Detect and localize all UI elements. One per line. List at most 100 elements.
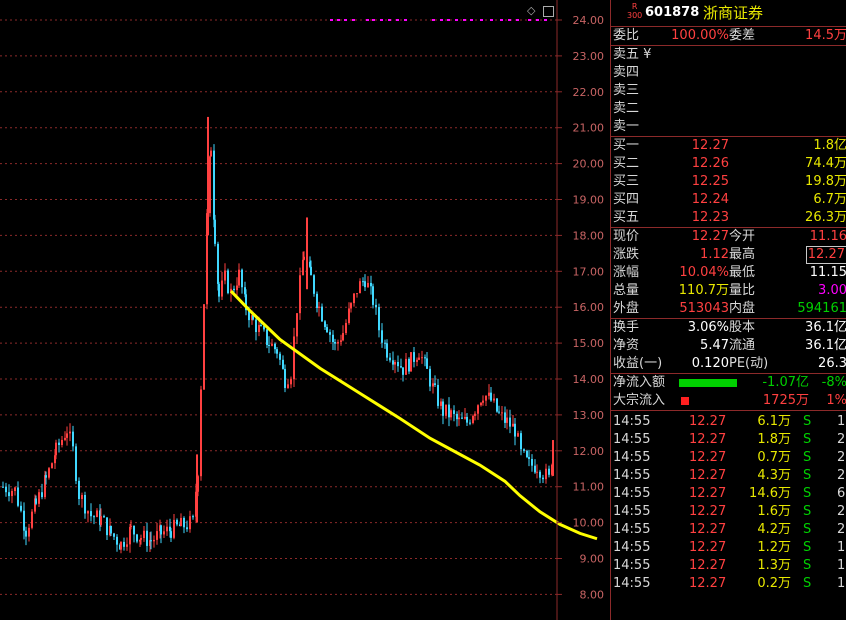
buy-level-label: 买四 bbox=[613, 192, 640, 207]
quote-row: 外盘 513043 内盘 594161 bbox=[611, 300, 846, 318]
quote-label: 总量 bbox=[613, 283, 640, 298]
tick-count: 6 bbox=[837, 486, 846, 501]
tick-side: S bbox=[803, 432, 812, 447]
axis-label: 24.00 bbox=[573, 14, 605, 27]
candle-body bbox=[81, 495, 83, 499]
buy-level-row: 买五 12.23 26.3万 bbox=[611, 209, 846, 227]
sell-level-row: 卖四 bbox=[611, 64, 846, 82]
candle-body bbox=[350, 303, 352, 309]
fund-flow-label: 净流入额 bbox=[613, 375, 666, 390]
candle-body bbox=[348, 308, 350, 323]
stock-name: 浙商证券 bbox=[703, 4, 764, 22]
axis-label: 9.00 bbox=[580, 553, 605, 566]
axis-label: 19.00 bbox=[573, 194, 605, 207]
candle-body bbox=[356, 293, 358, 295]
candle-body bbox=[287, 384, 289, 388]
candle-body bbox=[28, 527, 30, 537]
candle-body bbox=[413, 352, 415, 362]
buy-level-volume: 19.8万 bbox=[805, 174, 846, 189]
window-icon[interactable] bbox=[543, 6, 554, 17]
tick-price: 12.27 bbox=[689, 450, 727, 465]
candle-body bbox=[200, 389, 202, 477]
sell-level-row: 卖二 bbox=[611, 100, 846, 118]
candle-body bbox=[329, 332, 331, 335]
candle-body bbox=[337, 341, 339, 344]
candle-body bbox=[386, 343, 388, 358]
candle-body bbox=[353, 293, 355, 304]
quote-value-2: 12.27 bbox=[805, 246, 846, 264]
candle-body bbox=[64, 437, 66, 440]
candle-body bbox=[534, 465, 536, 473]
buy-book: 买一 12.27 1.8亿 买二 12.26 74.4万 买三 12.25 19.8万 买四 12.… bbox=[611, 136, 846, 227]
candle-body bbox=[282, 359, 284, 369]
candle-body bbox=[303, 256, 305, 260]
axis-label: 20.00 bbox=[573, 158, 605, 171]
axis-label: 11.00 bbox=[573, 481, 605, 494]
quote-label-2: 今开 bbox=[729, 229, 756, 244]
fundamental-value: 0.120 bbox=[691, 356, 729, 371]
candle-body bbox=[186, 527, 188, 530]
candle-body bbox=[424, 357, 426, 359]
quote-value: 10.04% bbox=[679, 265, 729, 280]
tick-volume: 1.3万 bbox=[757, 558, 791, 573]
tick-list[interactable]: 14:55 12.27 6.1万 S 1 14:55 12.27 1.8万 S 2 14:55 12.… bbox=[611, 410, 846, 593]
candle-body bbox=[238, 269, 240, 286]
event-marker bbox=[528, 19, 531, 21]
fundamental-label-2: 股本 bbox=[729, 320, 756, 335]
sell-level-label: 卖一 bbox=[613, 119, 640, 134]
fund-flow-percent: 1% bbox=[826, 393, 846, 408]
candle-body bbox=[442, 401, 444, 416]
buy-level-price: 12.25 bbox=[691, 174, 729, 189]
candle-body bbox=[106, 517, 108, 536]
candle-body bbox=[35, 498, 37, 504]
candle-body bbox=[490, 392, 492, 401]
candle-body bbox=[61, 439, 63, 446]
candle-body bbox=[129, 526, 131, 545]
candle-body bbox=[14, 487, 16, 491]
fund-flow-row: 净流入额 -1.07亿 -8% bbox=[611, 374, 846, 392]
candle-body bbox=[545, 468, 547, 480]
event-marker bbox=[337, 19, 340, 21]
tick-price: 12.27 bbox=[689, 414, 727, 429]
event-marker bbox=[536, 19, 539, 21]
candle-body bbox=[176, 519, 178, 525]
tick-price: 12.27 bbox=[689, 468, 727, 483]
event-marker bbox=[352, 19, 355, 21]
quote-row: 现价 12.27 今开 11.16 bbox=[611, 228, 846, 246]
candle-body bbox=[224, 270, 226, 281]
tick-price: 12.27 bbox=[689, 522, 727, 537]
candle-body bbox=[55, 442, 57, 456]
candle-body bbox=[260, 325, 262, 327]
candle-body bbox=[276, 349, 278, 354]
fundamental-label-2: 流通 bbox=[729, 338, 756, 353]
candle-body bbox=[100, 516, 102, 525]
candle-body bbox=[342, 333, 344, 341]
candle-body bbox=[38, 492, 40, 504]
candle-body bbox=[284, 368, 286, 388]
candle-body bbox=[367, 282, 369, 288]
candle-body bbox=[183, 517, 185, 528]
candle-body bbox=[279, 353, 281, 360]
candle-body bbox=[192, 516, 194, 518]
buy-level-price: 12.27 bbox=[691, 138, 729, 153]
diamond-icon[interactable]: ◇ bbox=[527, 4, 535, 17]
fundamental-label: 换手 bbox=[613, 320, 640, 335]
candle-body bbox=[72, 431, 74, 447]
tick-row: 14:55 12.27 0.2万 S 1 bbox=[611, 575, 846, 593]
buy-level-row: 买二 12.26 74.4万 bbox=[611, 155, 846, 173]
axis-label: 8.00 bbox=[580, 588, 605, 601]
event-marker bbox=[344, 19, 347, 21]
buy-level-price: 12.24 bbox=[691, 192, 729, 207]
candle-body bbox=[110, 525, 112, 534]
candle-body bbox=[542, 477, 544, 480]
tick-time: 14:55 bbox=[613, 558, 651, 573]
candle-body bbox=[51, 463, 53, 469]
candle-body bbox=[20, 505, 22, 511]
tick-time: 14:55 bbox=[613, 432, 651, 447]
quote-label: 外盘 bbox=[613, 301, 640, 316]
kline-chart[interactable]: 24.00 23.00 22.00 21.00 20.00 19.00 18.00 17.00… bbox=[0, 0, 610, 620]
fund-flow-percent: -8% bbox=[821, 375, 846, 390]
candle-body bbox=[334, 342, 336, 344]
candle-body bbox=[8, 492, 10, 497]
candle-body bbox=[450, 410, 452, 418]
